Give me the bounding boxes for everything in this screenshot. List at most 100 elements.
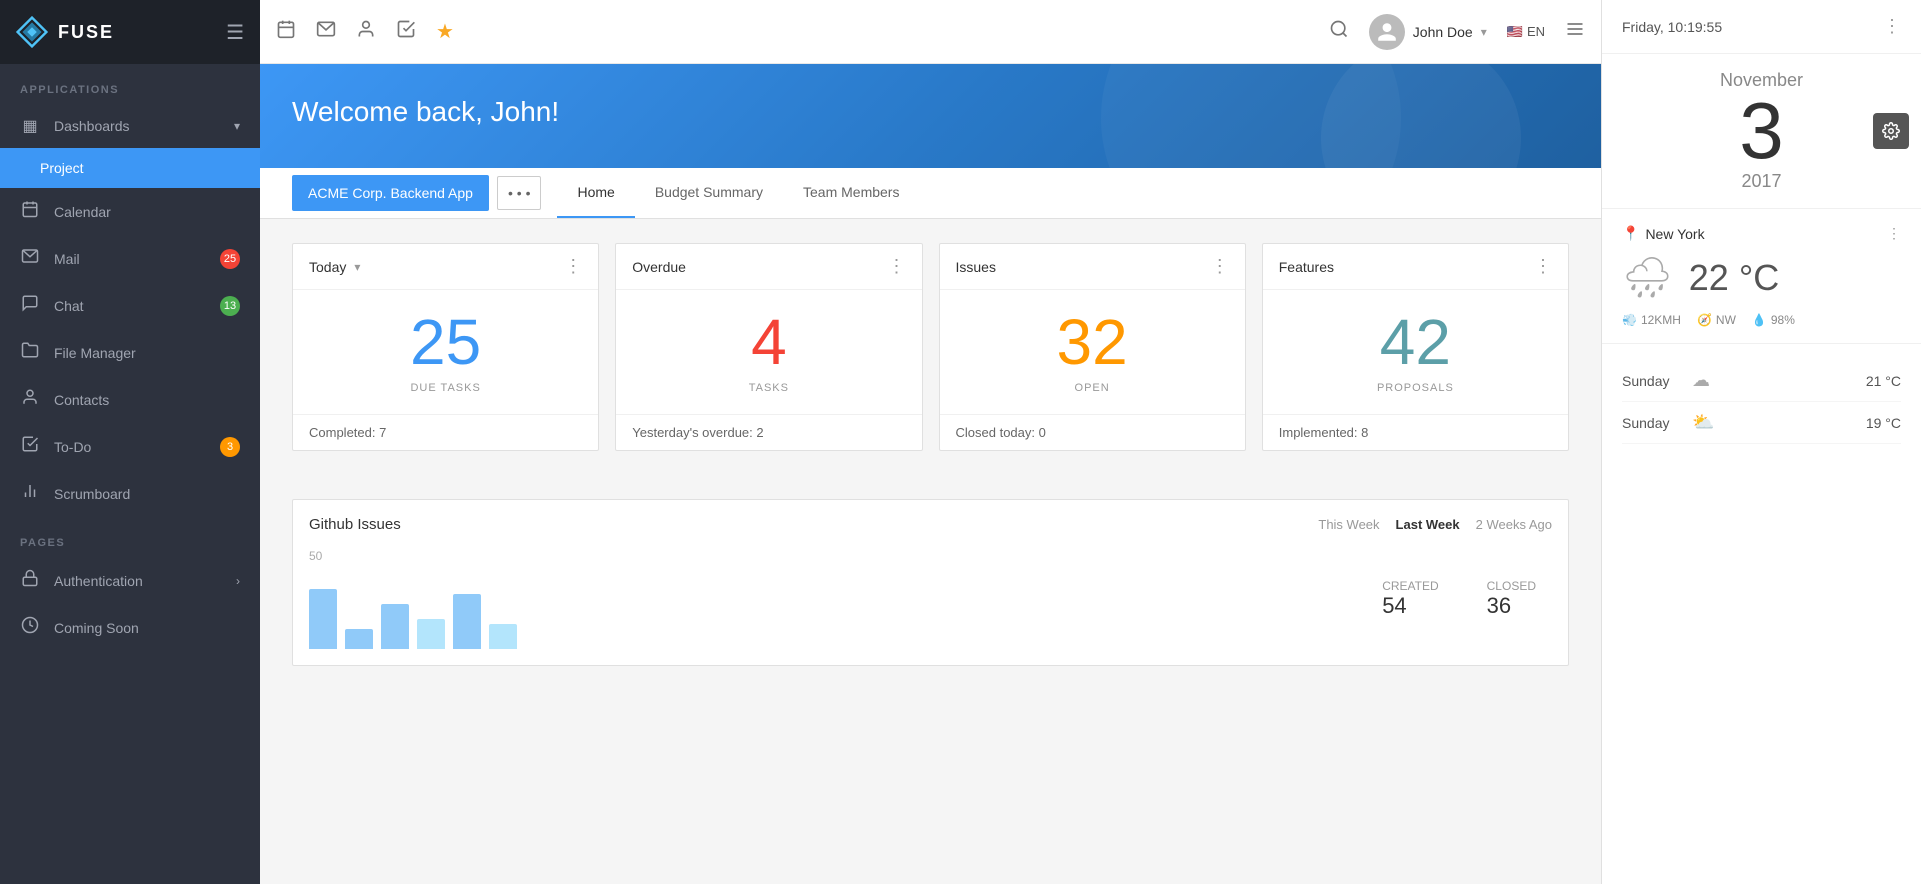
github-stats: CREATED 54 CLOSED 36 — [1366, 549, 1552, 649]
issues-card-dots[interactable]: ⋮ — [1211, 256, 1229, 277]
overdue-card-body: 4 TASKS — [616, 290, 921, 414]
forecast-icon-0: ☁ — [1692, 370, 1866, 391]
topbar-right: John Doe ▾ 🇺🇸 EN — [1329, 14, 1585, 50]
compass-icon: 🧭 — [1697, 313, 1712, 327]
overdue-footer: Yesterday's overdue: 2 — [616, 414, 921, 450]
sidebar-item-project[interactable]: Project — [0, 148, 260, 188]
features-card-dots[interactable]: ⋮ — [1534, 256, 1552, 277]
sidebar-item-chat[interactable]: Chat 13 — [0, 282, 260, 329]
today-sub: DUE TASKS — [309, 382, 582, 394]
issues-card-header: Issues ⋮ — [940, 244, 1245, 290]
calendar-settings-button[interactable] — [1873, 113, 1909, 149]
github-issues-section: Github Issues This Week Last Week 2 Week… — [292, 499, 1569, 666]
search-topbar-icon[interactable] — [1329, 19, 1349, 45]
issues-footer: Closed today: 0 — [940, 414, 1245, 450]
github-tab-this-week[interactable]: This Week — [1318, 517, 1379, 532]
chart-label-50: 50 — [309, 549, 1334, 563]
star-topbar-icon[interactable]: ★ — [436, 19, 454, 44]
today-dropdown-icon[interactable]: ▾ — [354, 260, 360, 274]
file-manager-label: File Manager — [54, 345, 240, 361]
today-footer: Completed: 7 — [293, 414, 598, 450]
pages-section: PAGES Authentication › Coming Soon — [0, 517, 260, 651]
forecast-item-1: Sunday ⛅ 19 °C — [1622, 402, 1901, 444]
project-tabs: Home Budget Summary Team Members — [557, 168, 919, 218]
sidebar-item-calendar[interactable]: Calendar — [0, 188, 260, 235]
today-card-dots[interactable]: ⋮ — [564, 256, 582, 277]
tab-budget[interactable]: Budget Summary — [635, 168, 783, 218]
language-code: EN — [1527, 24, 1545, 39]
sidebar-logo[interactable]: FUSE — [16, 16, 114, 48]
file-manager-icon — [20, 341, 40, 364]
direction-detail: 🧭 NW — [1697, 313, 1736, 327]
contacts-label: Contacts — [54, 392, 240, 408]
mail-topbar-icon[interactable] — [316, 19, 336, 45]
features-card: Features ⋮ 42 PROPOSALS Implemented: 8 — [1262, 243, 1569, 451]
user-info[interactable]: John Doe ▾ — [1369, 14, 1487, 50]
calendar-icon — [20, 200, 40, 223]
weather-temperature: 22 °C — [1689, 257, 1779, 299]
sidebar-item-mail[interactable]: Mail 25 — [0, 235, 260, 282]
wind-detail: 💨 12KMH — [1622, 313, 1681, 327]
github-tab-2-weeks-ago[interactable]: 2 Weeks Ago — [1476, 517, 1552, 532]
bar-2 — [345, 629, 373, 649]
sidebar-item-file-manager[interactable]: File Manager — [0, 329, 260, 376]
weather-condition-icon: 🌧 — [1622, 254, 1673, 301]
github-chart-area: 50 — [309, 549, 1334, 649]
forecast-day-1: Sunday — [1622, 415, 1692, 431]
features-card-body: 42 PROPOSALS — [1263, 290, 1568, 414]
overdue-card-dots[interactable]: ⋮ — [888, 256, 906, 277]
github-tab-last-week[interactable]: Last Week — [1396, 517, 1460, 532]
main-content: Welcome back, John! ACME Corp. Backend A… — [260, 64, 1601, 884]
stats-cards-row: Today ▾ ⋮ 25 DUE TASKS Completed: 7 Over… — [292, 243, 1569, 451]
location-pin-icon: 📍 — [1622, 225, 1639, 242]
contacts-icon — [20, 388, 40, 411]
github-tabs: This Week Last Week 2 Weeks Ago — [1318, 517, 1552, 532]
github-content: 50 CREATED 54 CLOSED 36 — [309, 549, 1552, 649]
weather-options-dots[interactable]: ⋮ — [1887, 225, 1901, 242]
list-topbar-icon[interactable] — [1565, 19, 1585, 45]
sidebar-item-coming-soon[interactable]: Coming Soon — [0, 604, 260, 651]
wind-icon: 💨 — [1622, 313, 1637, 327]
todo-icon — [20, 435, 40, 458]
project-name-button[interactable]: ACME Corp. Backend App — [292, 175, 489, 211]
todo-topbar-icon[interactable] — [396, 19, 416, 45]
panel-header-dots[interactable]: ⋮ — [1883, 16, 1901, 37]
applications-section: APPLICATIONS ▦ Dashboards ▾ Project Cale… — [0, 64, 260, 517]
sidebar-item-scrumboard[interactable]: Scrumboard — [0, 470, 260, 517]
project-options-button[interactable]: • • • — [497, 176, 541, 210]
overdue-title: Overdue — [632, 259, 686, 275]
weather-details: 💨 12KMH 🧭 NW 💧 98% — [1622, 313, 1901, 327]
today-card-header: Today ▾ ⋮ — [293, 244, 598, 290]
authentication-chevron: › — [236, 574, 240, 588]
calendar-topbar-icon[interactable] — [276, 19, 296, 45]
project-bar: ACME Corp. Backend App • • • Home Budget… — [260, 168, 1601, 219]
right-panel: Friday, 10:19:55 ⋮ November 3 2017 📍 New… — [1601, 0, 1921, 884]
github-chart — [309, 569, 1334, 649]
created-label: CREATED — [1382, 579, 1438, 593]
sidebar-item-authentication[interactable]: Authentication › — [0, 557, 260, 604]
tab-home[interactable]: Home — [557, 168, 634, 218]
overdue-sub: TASKS — [632, 382, 905, 394]
github-title: Github Issues — [309, 516, 401, 533]
location-name: New York — [1645, 226, 1704, 242]
forecast-section: Sunday ☁ 21 °C Sunday ⛅ 19 °C — [1602, 344, 1921, 460]
topbar: ★ John Doe ▾ 🇺🇸 EN — [260, 0, 1601, 64]
sidebar-item-todo[interactable]: To-Do 3 — [0, 423, 260, 470]
bar-6 — [489, 624, 517, 649]
hamburger-icon[interactable]: ☰ — [226, 20, 244, 45]
today-card-body: 25 DUE TASKS — [293, 290, 598, 414]
github-closed: CLOSED 36 — [1487, 579, 1536, 619]
bar-5 — [453, 594, 481, 649]
weather-main: 🌧 22 °C — [1622, 254, 1901, 301]
todo-label: To-Do — [54, 439, 220, 455]
dashboards-icon: ▦ — [20, 116, 40, 136]
mail-label: Mail — [54, 251, 220, 267]
sidebar-item-contacts[interactable]: Contacts — [0, 376, 260, 423]
pages-label: PAGES — [0, 517, 260, 557]
language-selector[interactable]: 🇺🇸 EN — [1507, 24, 1545, 40]
forecast-temp-1: 19 °C — [1866, 415, 1901, 431]
bar-4 — [417, 619, 445, 649]
contacts-topbar-icon[interactable] — [356, 19, 376, 45]
tab-team[interactable]: Team Members — [783, 168, 919, 218]
sidebar-item-dashboards[interactable]: ▦ Dashboards ▾ — [0, 104, 260, 148]
